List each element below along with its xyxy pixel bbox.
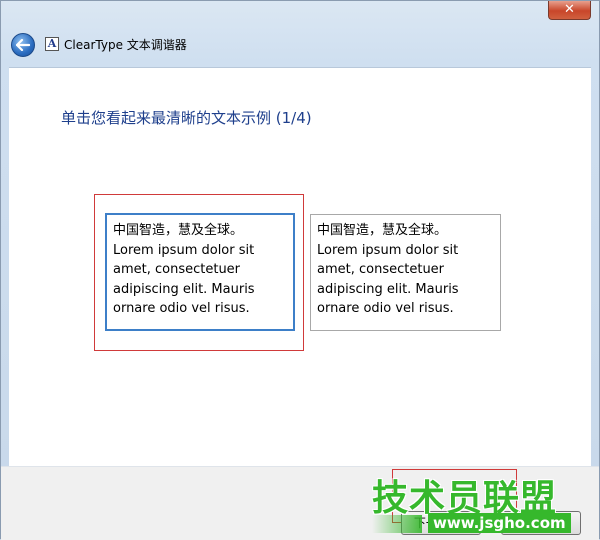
- sample-line: ornare odio vel risus.: [113, 301, 250, 316]
- app-title: ClearType 文本调谐器: [64, 38, 187, 52]
- text-sample-1[interactable]: 中国智造，慧及全球。 Lorem ipsum dolor sit amet, c…: [105, 213, 295, 331]
- close-button[interactable]: ✕: [548, 1, 591, 20]
- cleartype-window: ✕ A ClearType 文本调谐器 单击您看起来最清晰的文本示例 (1/4)…: [0, 0, 600, 540]
- next-button[interactable]: 下一步(N): [401, 511, 481, 535]
- sample-line: 中国智造，慧及全球。: [113, 223, 244, 238]
- sample-line: ornare odio vel risus.: [317, 301, 454, 316]
- sample-line: Lorem ipsum dolor sit: [317, 242, 459, 258]
- close-icon: ✕: [564, 2, 575, 17]
- back-button[interactable]: [11, 33, 35, 57]
- sample-line: adipiscing elit. Mauris: [113, 281, 255, 297]
- sample-line: Lorem ipsum dolor sit: [113, 242, 255, 258]
- cleartype-app-icon: A: [45, 37, 59, 51]
- page-heading: 单击您看起来最清晰的文本示例 (1/4): [61, 109, 312, 127]
- back-arrow-icon: [16, 39, 30, 51]
- text-sample-2[interactable]: 中国智造，慧及全球。 Lorem ipsum dolor sit amet, c…: [310, 214, 501, 331]
- footer-bar: 下一步(N) 取消: [1, 466, 599, 540]
- sample-line: amet, consectetuer: [113, 262, 241, 277]
- sample-line: adipiscing elit. Mauris: [317, 281, 459, 297]
- sample-line: 中国智造，慧及全球。: [317, 223, 448, 238]
- cancel-button[interactable]: 取消: [501, 511, 581, 535]
- sample-line: amet, consectetuer: [317, 262, 445, 277]
- content-area: 单击您看起来最清晰的文本示例 (1/4) 中国智造，慧及全球。 Lorem ip…: [9, 67, 591, 467]
